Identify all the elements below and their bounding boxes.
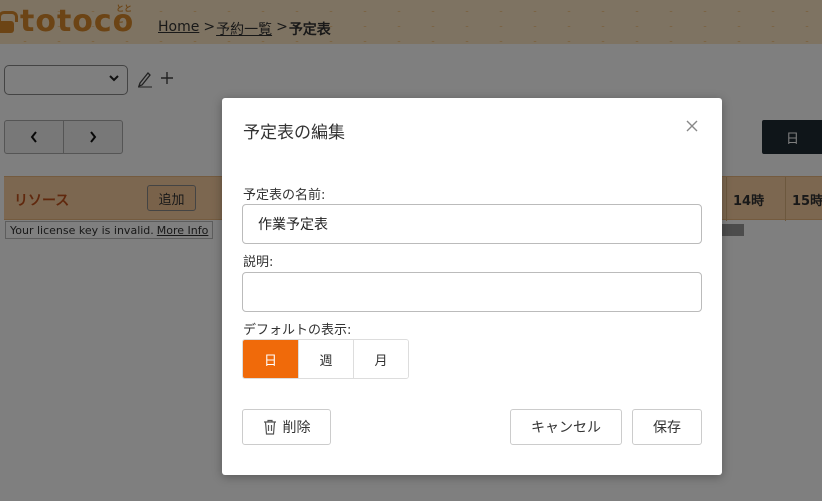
close-icon[interactable] xyxy=(686,116,698,137)
schedule-name-input[interactable]: 作業予定表 xyxy=(242,204,702,244)
cancel-button[interactable]: キャンセル xyxy=(510,409,622,445)
view-option-week[interactable]: 週 xyxy=(298,340,353,378)
description-input[interactable] xyxy=(242,272,702,312)
delete-button[interactable]: 削除 xyxy=(242,409,331,445)
view-option-day[interactable]: 日 xyxy=(243,340,298,378)
trash-icon xyxy=(263,419,276,435)
default-view-label: デフォルトの表示: xyxy=(243,323,352,338)
description-label: 説明: xyxy=(243,255,274,270)
save-button[interactable]: 保存 xyxy=(632,409,702,445)
schedule-name-label: 予定表の名前: xyxy=(243,188,326,203)
view-option-month[interactable]: 月 xyxy=(353,340,408,378)
delete-button-label: 削除 xyxy=(282,420,311,436)
edit-schedule-dialog: 予定表の編集 予定表の名前: 作業予定表 説明: デフォルトの表示: 日 週 月… xyxy=(222,98,722,475)
default-view-toggle: 日 週 月 xyxy=(242,339,409,379)
dialog-title: 予定表の編集 xyxy=(243,123,345,143)
